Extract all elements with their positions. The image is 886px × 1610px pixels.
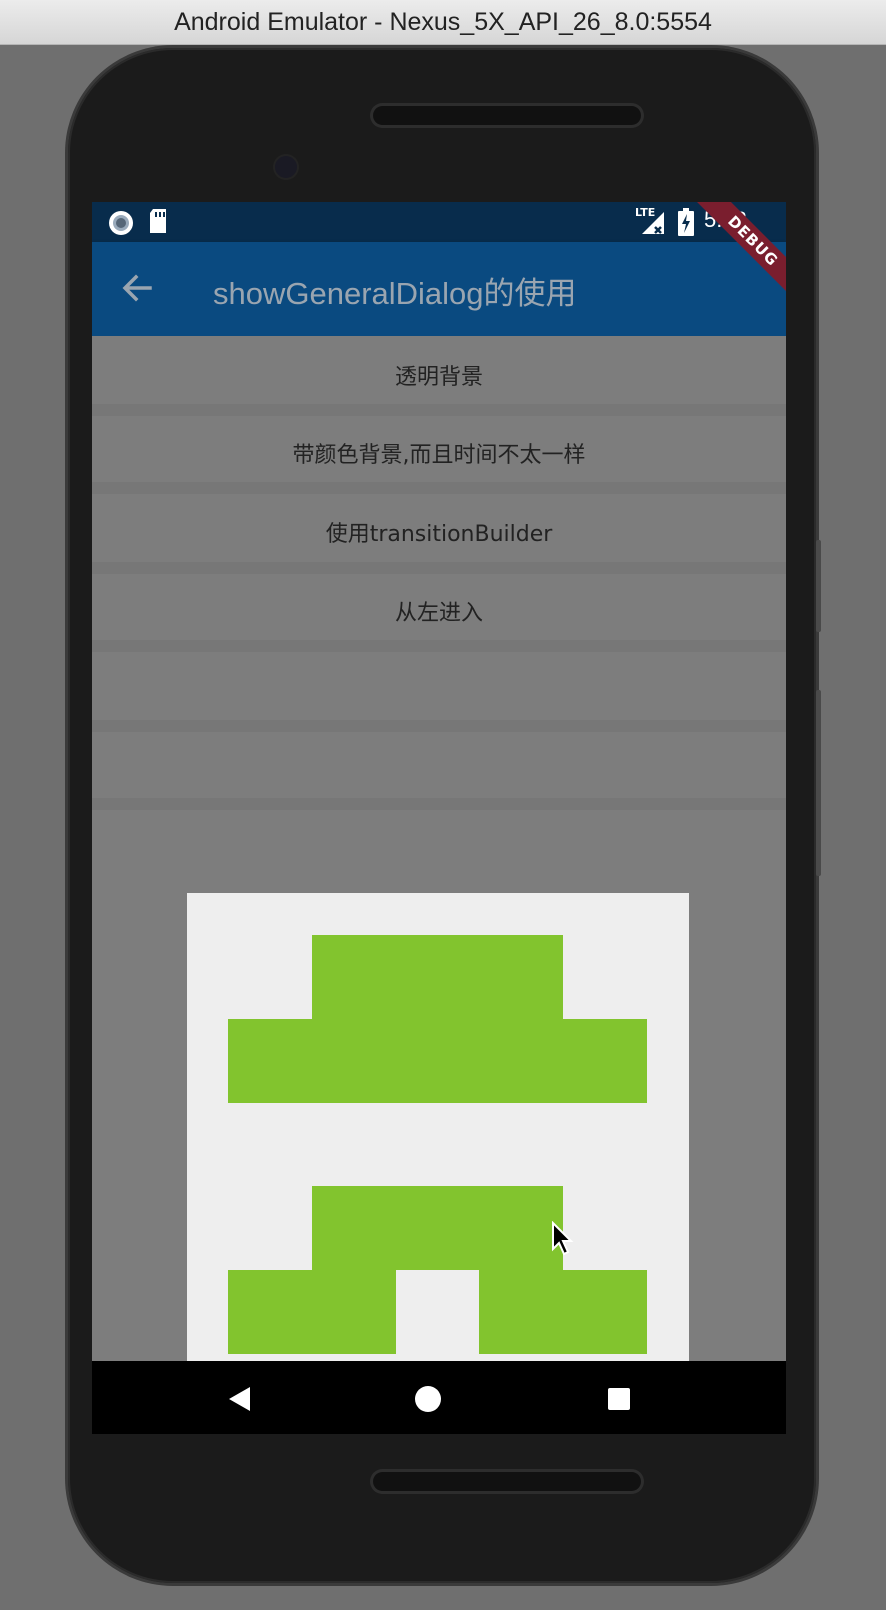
emulator-title-bar: Android Emulator - Nexus_5X_API_26_8.0:5…	[0, 0, 886, 45]
list-item-label: 使用transitionBuilder	[325, 522, 553, 547]
power-button[interactable]	[816, 690, 821, 876]
debug-banner-area: DEBUG	[92, 202, 786, 336]
volume-button[interactable]	[816, 540, 821, 632]
list-item-label: 带颜色背景,而且时间不太一样	[292, 443, 586, 468]
system-nav-bar	[92, 1361, 786, 1434]
list-item-transition-builder[interactable]: 使用transitionBuilder	[92, 493, 786, 571]
list-item-colored-bg[interactable]: 带颜色背景,而且时间不太一样	[92, 414, 786, 492]
general-dialog[interactable]	[187, 893, 689, 1395]
home-circle-icon[interactable]	[414, 1385, 442, 1413]
list-item-slide-from-left[interactable]: 从左进入	[92, 572, 786, 650]
pixel-art-graphic	[228, 935, 647, 1354]
list-item-label: 透明背景	[394, 365, 483, 390]
recents-square-icon[interactable]	[607, 1387, 631, 1411]
bottom-speaker	[373, 1472, 641, 1491]
device-screen: LTE 5:43 showGeneralDialog的使用 DEBUG 透明背景	[92, 202, 786, 1434]
pixel-art-top-shape	[228, 935, 647, 1103]
list-item-transparent-bg[interactable]: 透明背景	[92, 336, 786, 414]
front-camera	[275, 156, 297, 178]
window-title: Android Emulator - Nexus_5X_API_26_8.0:5…	[174, 7, 712, 36]
debug-banner: DEBUG	[691, 202, 786, 303]
mouse-cursor-icon	[552, 1221, 574, 1256]
back-triangle-icon[interactable]	[226, 1385, 252, 1413]
list-divider	[92, 798, 786, 810]
pixel-art-bottom-shape	[228, 1186, 647, 1354]
main-list: 透明背景 带颜色背景,而且时间不太一样 使用transitionBuilder …	[92, 336, 786, 1395]
list-divider	[92, 720, 786, 732]
list-item-label: 从左进入	[394, 601, 483, 626]
top-speaker	[373, 106, 641, 125]
